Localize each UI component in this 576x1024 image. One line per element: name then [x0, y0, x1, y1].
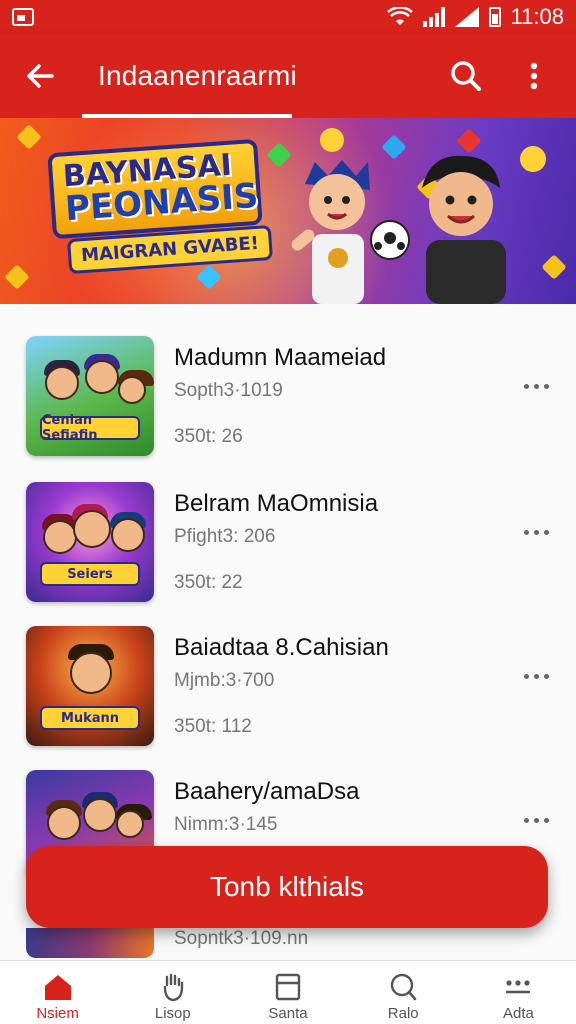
nav-item-ralo[interactable]: Ralo	[346, 961, 461, 1024]
thumbnail-logo: Cenian Sefiafin	[40, 413, 140, 443]
back-button[interactable]	[20, 56, 60, 96]
more-vertical-icon	[530, 62, 538, 90]
list-item[interactable]: Seiers Belram MaOmnisia Pfight3: 206 350…	[0, 450, 576, 602]
item-more-button[interactable]	[518, 376, 554, 396]
chat-icon	[391, 973, 417, 1001]
more-horizontal-icon	[523, 529, 529, 535]
game-thumbnail: Mukann	[26, 626, 154, 746]
game-title: Madumn Maameiad	[174, 344, 387, 371]
item-more-button[interactable]	[518, 810, 554, 830]
gallery-notification-icon	[12, 8, 34, 26]
more-horizontal-icon	[523, 383, 529, 389]
wifi-icon	[386, 7, 413, 25]
game-stat: 350t: 112	[174, 716, 252, 737]
nav-label: Santa	[268, 1005, 308, 1022]
arrow-left-icon	[27, 64, 54, 88]
status-time: 11:08	[510, 4, 564, 29]
signal-icon	[422, 7, 445, 27]
game-title: Belram MaOmnisia	[174, 490, 379, 517]
game-meta: Nimm:3·145	[174, 814, 278, 835]
home-icon	[44, 975, 71, 1000]
app-bar: Indaanenraarmi	[0, 34, 576, 118]
game-thumbnail: Cenian Sefiafin	[26, 336, 154, 456]
item-more-button[interactable]	[518, 522, 554, 542]
game-meta: Sopth3·1019	[174, 380, 283, 401]
nav-item-adta[interactable]: Adta	[461, 961, 576, 1024]
game-title: Baahery/amaDsa	[174, 778, 360, 805]
page-title: Indaanenraarmi	[98, 60, 297, 91]
battery-icon	[488, 7, 501, 27]
game-thumbnail: Seiers	[26, 482, 154, 602]
primary-action-button[interactable]: Tonb klthials	[26, 846, 548, 928]
more-options-button[interactable]	[512, 54, 556, 98]
hand-icon	[163, 973, 183, 1002]
ball-icon	[370, 220, 410, 260]
list-item[interactable]: Mukann Baiadtaa 8.Cahisian Mjmb:3·700 35…	[0, 594, 576, 746]
status-icons: 11:08	[386, 4, 564, 30]
list-item[interactable]: Sopntk3·109.nn	[0, 928, 576, 960]
thumbnail-logo: Mukann	[40, 706, 140, 730]
game-meta: Mjmb:3·700	[174, 670, 275, 691]
game-meta: Pfight3: 206	[174, 526, 276, 547]
nav-item-list[interactable]: Lisop	[115, 961, 230, 1024]
nav-label: Adta	[502, 1005, 534, 1022]
item-more-button[interactable]	[518, 666, 554, 686]
banner-title-line2: PEONASIS	[63, 175, 260, 230]
game-stat: 350t: 26	[174, 426, 243, 447]
game-stat: 350t: 22	[174, 572, 243, 593]
nav-label: Nsiem	[36, 1005, 79, 1022]
cell-signal-icon	[454, 7, 479, 27]
search-icon	[451, 61, 481, 91]
nav-item-home[interactable]: Nsiem	[0, 961, 115, 1024]
square-icon	[275, 973, 301, 1001]
bottom-navigation: Nsiem Lisop Santa Ralo Adta	[0, 960, 576, 1024]
hero-character-illustration	[422, 155, 506, 304]
promo-banner[interactable]: BAYNASAI PEONASIS MAIGRAN GVABE!	[0, 118, 576, 304]
more-horizontal-icon	[523, 817, 529, 823]
game-title: Baiadtaa 8.Cahisian	[174, 634, 389, 661]
hero-character-illustration	[291, 160, 370, 304]
nav-label: Lisop	[154, 1005, 191, 1022]
more-horizontal-icon	[506, 980, 531, 994]
thumbnail-logo: Seiers	[40, 562, 140, 586]
list-item[interactable]: Cenian Sefiafin Madumn Maameiad Sopth3·1…	[0, 304, 576, 456]
nav-label: Ralo	[387, 1005, 419, 1022]
game-thumbnail	[26, 928, 154, 958]
search-button[interactable]	[444, 54, 488, 98]
nav-item-santa[interactable]: Santa	[230, 961, 345, 1024]
game-meta: Sopntk3·109.nn	[174, 928, 309, 949]
status-bar: 11:08	[0, 0, 576, 34]
more-horizontal-icon	[523, 673, 529, 679]
banner-title: BAYNASAI PEONASIS	[47, 138, 263, 239]
